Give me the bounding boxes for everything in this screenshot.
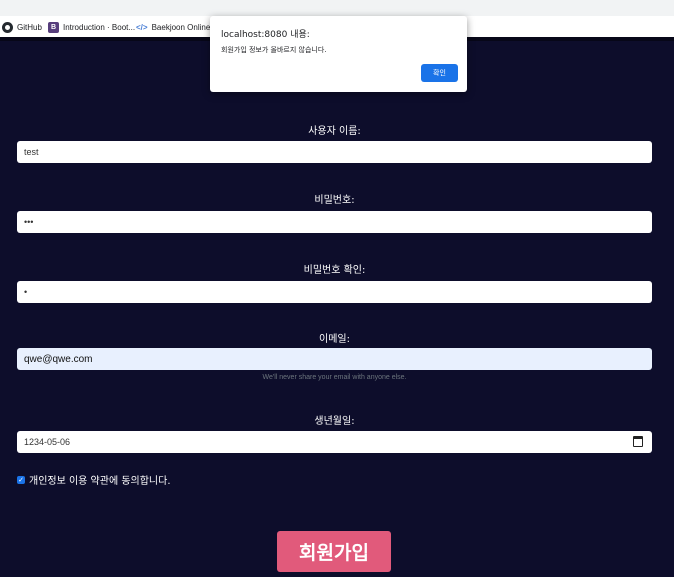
password-input[interactable]: •••	[17, 211, 652, 233]
birthdate-input[interactable]: 1234-05-06	[17, 431, 652, 453]
bookmark-github[interactable]: GitHub	[2, 20, 42, 34]
password-confirm-label: 비밀번호 확인:	[303, 265, 366, 276]
bookmark-label: GitHub	[17, 22, 42, 32]
password-confirm-input[interactable]: •	[17, 281, 652, 303]
signup-submit-button[interactable]: 회원가입	[277, 531, 391, 572]
birthdate-value: 1234-05-06	[24, 437, 71, 447]
email-label: 이메일:	[319, 334, 350, 345]
username-label: 사용자 이름:	[308, 126, 361, 137]
agree-checkbox[interactable]: ✓	[17, 475, 25, 484]
dialog-message: 회원가입 정보가 올바르지 않습니다.	[221, 46, 327, 54]
username-input[interactable]: test	[17, 141, 652, 163]
dialog-ok-button[interactable]: 확인	[421, 64, 458, 82]
password-label: 비밀번호:	[314, 195, 355, 206]
alert-dialog: localhost:8080 내용: 회원가입 정보가 올바르지 않습니다. 확…	[210, 16, 467, 92]
agree-terms[interactable]: ✓ 개인정보 이용 약관에 동의합니다.	[17, 472, 171, 487]
calendar-icon[interactable]	[633, 436, 643, 447]
github-icon	[2, 21, 13, 33]
agree-label: 개인정보 이용 약관에 동의합니다.	[29, 476, 171, 487]
code-icon: </>	[136, 22, 148, 32]
birthdate-label: 생년월일:	[314, 416, 355, 427]
email-input[interactable]: qwe@qwe.com	[17, 348, 652, 370]
bootstrap-icon: B	[48, 21, 59, 33]
bookmark-bootstrap[interactable]: B Introduction · Boot...	[48, 20, 135, 34]
email-help-text: We'll never share your email with anyone…	[262, 374, 407, 381]
dialog-title: localhost:8080 내용:	[221, 30, 310, 40]
bookmark-label: Introduction · Boot...	[63, 22, 136, 32]
